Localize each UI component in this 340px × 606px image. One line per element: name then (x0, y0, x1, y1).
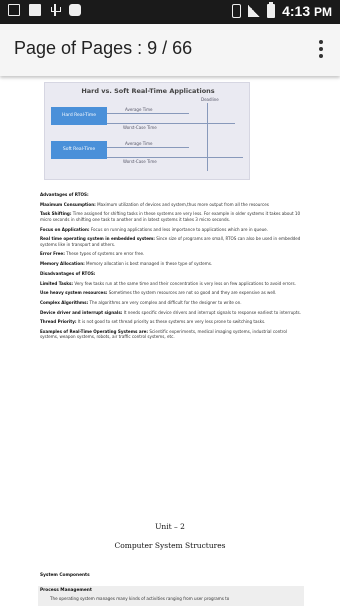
notification-icons (8, 4, 81, 16)
clock: 4:13 PM (282, 3, 332, 19)
avg-time-label-1: Average Time (125, 107, 153, 112)
disadvantage-item: Use heavy system resources: Sometimes th… (40, 290, 277, 296)
advantage-item: Maximum Consumption: Maximum utilization… (40, 201, 269, 207)
system-components-heading: System Components (40, 573, 90, 578)
soft-realtime-box: Soft Real-Time (51, 141, 107, 159)
system-icons: 4:13 PM (232, 2, 332, 19)
avg-time-line-2 (107, 147, 189, 148)
disadvantage-item: Complex Algorithms: The algorithms are v… (40, 299, 242, 305)
deadline-line (207, 103, 208, 171)
worst-time-label-2: Worst-Case Time (123, 159, 157, 164)
figure-title: Hard vs. Soft Real-Time Applications (81, 87, 215, 95)
vibrate-icon (232, 4, 242, 18)
advantage-item: Focus on Application: Focus on running a… (40, 226, 269, 232)
signal-icon (248, 5, 261, 17)
unit-title: Unit – 2 (155, 522, 185, 531)
worst-time-label-1: Worst-Case Time (123, 125, 157, 130)
status-bar: 4:13 PM (0, 0, 340, 24)
notification-box-icon (8, 4, 20, 16)
advantage-item: Task Shifting: Time assigned for shiftin… (40, 211, 301, 222)
advantage-item: Error Free: These types of systems are e… (40, 251, 145, 257)
usb-icon (50, 4, 61, 16)
disadvantage-item: Thread Priority: It is not good to set t… (40, 319, 266, 325)
disadvantage-item: Device driver and interrupt signals: It … (40, 309, 301, 315)
app-bar: Page of Pages : 9 / 66 (0, 24, 340, 76)
document-body: Advantages of RTOS: Maximum Consumption:… (40, 192, 302, 344)
advantage-item: Real time operating system in embedded s… (40, 236, 301, 247)
page-title: Page of Pages : 9 / 66 (14, 38, 193, 58)
disadvantage-item: Limited Tasks: Very few tasks run at the… (40, 280, 296, 286)
disadvantages-heading: Disadvantages of RTOS: (40, 270, 96, 276)
advantages-heading: Advantages of RTOS: (40, 192, 89, 197)
worst-time-line-2 (107, 157, 243, 158)
document-page[interactable]: Hard vs. Soft Real-Time Applications Dea… (0, 76, 340, 606)
examples-paragraph: Examples of Real-Time Operating Systems … (40, 328, 288, 340)
hard-soft-realtime-figure: Hard vs. Soft Real-Time Applications Dea… (44, 82, 250, 180)
process-management-heading: Process Management (40, 588, 92, 593)
avg-time-line-1 (107, 113, 189, 114)
deadline-label: Deadline (201, 97, 219, 102)
worst-time-line-1 (107, 123, 235, 124)
battery-icon (267, 2, 276, 18)
avg-time-label-2: Average Time (125, 141, 153, 146)
app-icon (69, 4, 81, 16)
image-icon (29, 4, 41, 16)
hard-realtime-box: Hard Real-Time (51, 107, 107, 125)
unit-subtitle: Computer System Structures (114, 541, 226, 550)
process-management-text: The operating system manages many kinds … (50, 596, 230, 601)
more-vert-icon[interactable] (316, 40, 326, 60)
advantage-item: Memory Allocation: Memory allocation is … (40, 261, 213, 267)
